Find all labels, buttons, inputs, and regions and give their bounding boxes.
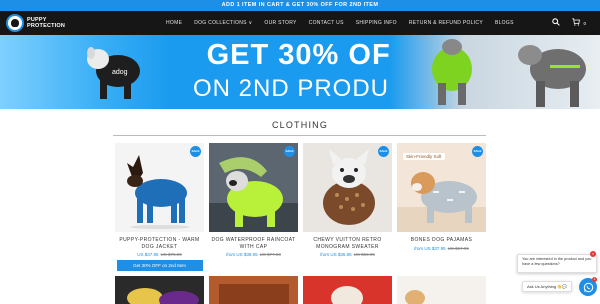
chat-notification-badge: 1	[592, 277, 597, 282]
nav-menu: HOME DOG COLLECTIONS ∨ OUR STORY CONTACT…	[166, 11, 526, 35]
sale-badge: SALE	[284, 146, 295, 157]
french-bulldog-sweater-image	[323, 149, 375, 225]
brand-name: PUPPY PROTECTION	[27, 17, 66, 29]
nav-item-dog-collections[interactable]: DOG COLLECTIONS ∨	[194, 20, 252, 26]
nav-item-home[interactable]: HOME	[166, 20, 182, 26]
search-icon[interactable]	[552, 18, 561, 28]
chat-message-bubble[interactable]: You are interested in the product and yo…	[517, 254, 597, 273]
dog-in-hoodie-image: adog	[87, 47, 140, 99]
chat-message-text: You are interested in the product and yo…	[522, 257, 592, 266]
product-price: from US $36.95 US $59.95	[320, 252, 375, 257]
sale-badge: SALE	[472, 146, 483, 157]
product-title[interactable]: DOG WATERPROOF RAINCOAT WITH CAP	[209, 237, 298, 250]
product-image-overlay: Skin-Friendly Soft	[403, 153, 445, 160]
section-title: CLOTHING	[271, 120, 329, 130]
ask-us-anything-button[interactable]: Ask Us Anything 👋💬	[522, 281, 572, 292]
product-card[interactable]: SALE DOG WATERPROOF RAINCOAT WITH CAP fr…	[209, 143, 298, 257]
promo-button[interactable]: Get 30% OFF on 2nd Item	[116, 260, 203, 271]
product-price: from US $37.95 US $67.95	[414, 245, 469, 251]
product-image[interactable]: SALE	[303, 143, 392, 232]
sale-badge: SALE	[190, 146, 201, 157]
nav-item-return-refund[interactable]: RETURN & REFUND POLICY	[409, 20, 483, 26]
product-card[interactable]: Skin-Friendly Soft SALE BONES DOG PAJAMA…	[397, 143, 486, 251]
doberman-blue-jacket-image	[127, 155, 190, 229]
product-price: US $37.95 US $75.90	[137, 252, 182, 257]
sale-badge: SALE	[378, 146, 389, 157]
main-navigation: PUPPY PROTECTION HOME DOG COLLECTIONS ∨ …	[0, 11, 600, 35]
product-image[interactable]	[209, 276, 298, 304]
product-image[interactable]	[115, 276, 204, 304]
cart-count: 0	[583, 20, 586, 26]
cart-icon[interactable]	[572, 18, 581, 28]
announcement-bar: ADD 1 ITEM IN CART & GET 30% OFF FOR 2ND…	[0, 0, 600, 11]
nav-item-blogs[interactable]: BLOGS	[495, 20, 514, 26]
product-image[interactable]: SALE	[115, 143, 204, 232]
product-image[interactable]: SALE	[209, 143, 298, 232]
product-image[interactable]: Skin-Friendly Soft SALE	[397, 143, 486, 232]
nav-item-our-story[interactable]: OUR STORY	[264, 20, 296, 26]
dog-raincoat-image	[209, 157, 298, 232]
dog-in-grey-coat-image	[518, 45, 586, 107]
product-title[interactable]: BONES DOG PAJAMAS	[397, 237, 486, 244]
nav-item-contact-us[interactable]: CONTACT US	[309, 20, 344, 26]
product-title[interactable]: CHEWY VUITTON RETRO MONOGRAM SWEATER	[303, 237, 392, 250]
product-card[interactable]: SALE CHEWY VUITTON RETRO MONOGRAM SWEATE…	[303, 143, 392, 257]
dog-in-green-raincoat-image	[432, 39, 472, 105]
product-image[interactable]	[397, 276, 486, 304]
product-card[interactable]: SALE PUPPY-PROTECTION - WARM DOG JACKET …	[115, 143, 204, 271]
hero-right-photo	[390, 35, 600, 109]
svg-text:adog: adog	[112, 69, 128, 76]
close-icon[interactable]: ×	[590, 251, 596, 257]
nav-item-shipping-info[interactable]: SHIPPING INFO	[356, 20, 397, 26]
paw-logo-icon	[6, 14, 24, 32]
hero-banner[interactable]: adog GET 30% OFF ON 2ND PRODUCT	[0, 35, 600, 109]
product-price: from US $38.95 US $77.90	[226, 252, 281, 257]
product-image[interactable]	[303, 276, 392, 304]
site-logo[interactable]: PUPPY PROTECTION	[6, 14, 65, 32]
section-divider	[113, 135, 486, 136]
product-title[interactable]: PUPPY-PROTECTION - WARM DOG JACKET	[115, 237, 204, 250]
hero-left-photo: adog	[0, 35, 170, 109]
